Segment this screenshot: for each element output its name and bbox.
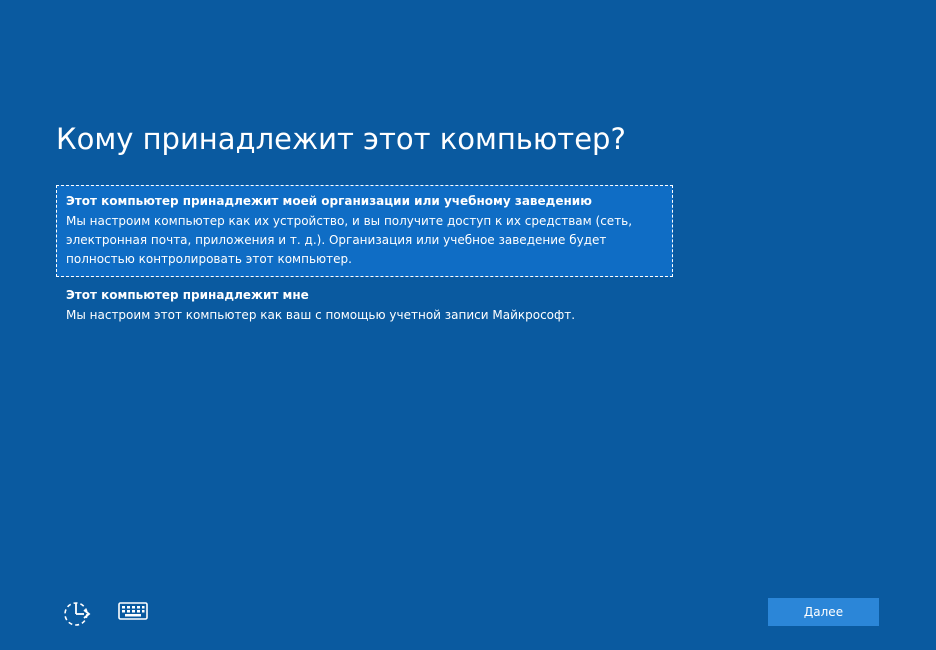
keyboard-icon	[118, 602, 148, 620]
option-organization[interactable]: Этот компьютер принадлежит моей организа…	[56, 185, 673, 277]
ownership-options: Этот компьютер принадлежит моей организа…	[56, 185, 673, 332]
keyboard-button[interactable]	[116, 598, 150, 624]
option-personal-description: Мы настроим этот компьютер как ваш с пом…	[66, 308, 576, 322]
option-personal-title: Этот компьютер принадлежит мне	[66, 288, 309, 302]
accessibility-button[interactable]	[60, 596, 94, 630]
option-organization-title: Этот компьютер принадлежит моей организа…	[66, 194, 592, 208]
setup-screen: Кому принадлежит этот компьютер? Этот ко…	[0, 0, 936, 650]
page-title: Кому принадлежит этот компьютер?	[56, 122, 626, 156]
option-personal[interactable]: Этот компьютер принадлежит мне Мы настро…	[56, 279, 673, 332]
next-button[interactable]: Далее	[768, 598, 879, 626]
option-organization-description: Мы настроим компьютер как их устройство,…	[66, 214, 633, 266]
accessibility-icon	[64, 602, 91, 626]
